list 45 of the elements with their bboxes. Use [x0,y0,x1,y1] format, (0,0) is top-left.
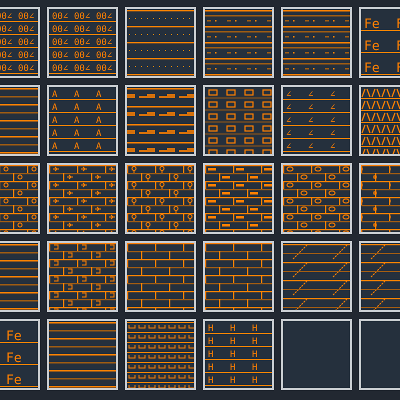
hatch-swatch[interactable] [125,85,196,156]
pattern-glyph: H [208,337,214,347]
hatch-pattern-drawing [205,243,272,310]
hatch-pattern-drawing [49,165,116,232]
hatch-pattern-drawing [205,87,272,154]
hatch-pattern-drawing [283,243,350,310]
pattern-glyph: 00∠ [18,25,34,35]
hatch-swatch[interactable] [125,319,196,390]
hatch-swatch[interactable] [203,85,274,156]
hatch-pattern-drawing [127,9,194,76]
hatch-swatch[interactable] [203,7,274,78]
hatch-swatch[interactable]: ∠ [281,85,352,156]
hatch-swatch[interactable] [281,319,352,390]
hatch-pattern-drawing [283,9,350,76]
pattern-glyph: ∠ [286,103,292,113]
hatch-swatch[interactable]: A [47,85,118,156]
hatch-swatch[interactable]: Fe [359,7,400,78]
hatch-pattern-drawing [127,87,194,154]
hatch-swatch[interactable]: 00∠ [47,7,118,78]
hatch-pattern-drawing [127,321,194,388]
hatch-swatch[interactable] [125,7,196,78]
hatch-pattern-drawing [49,243,116,310]
hatch-swatch[interactable] [47,241,118,312]
hatch-swatch[interactable] [203,241,274,312]
hatch-swatch[interactable]: H [203,319,274,390]
hatch-swatch[interactable]: Fe [0,319,40,390]
hatch-swatch[interactable] [47,163,118,234]
pattern-glyph: 00∠ [52,25,68,35]
hatch-swatch[interactable] [203,163,274,234]
hatch-pattern-drawing [127,165,194,232]
hatch-pattern-drawing [127,243,194,310]
hatch-swatch[interactable] [281,163,352,234]
hatch-pattern-drawing [283,165,350,232]
hatch-swatch[interactable] [125,163,196,234]
pattern-glyph: Fe [364,39,380,54]
hatch-swatch[interactable] [47,319,118,390]
hatch-swatch[interactable]: 00∠ [0,7,40,78]
hatch-swatch[interactable] [125,241,196,312]
hatch-pattern-drawing [205,165,272,232]
hatch-swatch[interactable] [281,7,352,78]
pattern-glyph: A [52,103,58,113]
pattern-glyph: Fe [6,351,22,366]
hatch-swatch[interactable] [281,241,352,312]
hatch-pattern-drawing [49,321,116,388]
hatch-pattern-drawing [205,9,272,76]
